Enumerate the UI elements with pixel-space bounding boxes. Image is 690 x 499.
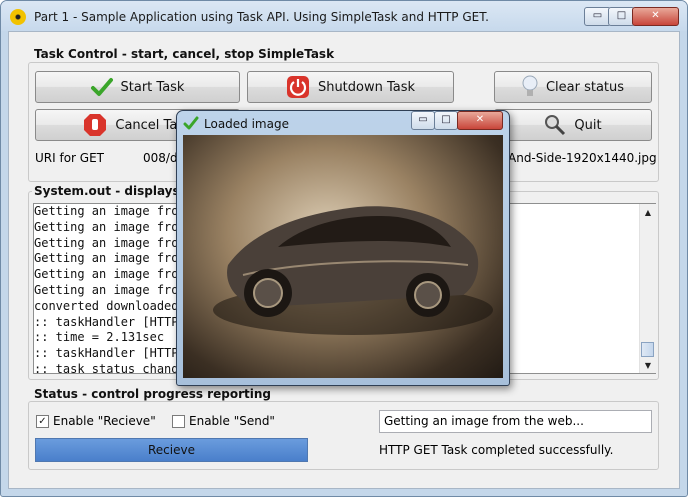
magnifier-icon: [545, 115, 566, 136]
stop-hand-icon: [84, 114, 107, 136]
start-task-label: Start Task: [120, 79, 185, 95]
popup-title: Loaded image: [204, 117, 289, 131]
progress-bar: Recieve: [35, 438, 308, 462]
quit-button[interactable]: Quit: [494, 109, 652, 141]
lightbulb-icon: [522, 75, 538, 96]
uri-value-end: And-Side-1920x1440.jpg: [508, 151, 657, 165]
enable-send-checkbox[interactable]: [172, 415, 185, 428]
uri-label: URI for GET: [35, 151, 104, 165]
checkmark-icon: [90, 78, 113, 96]
car-illustration: [213, 206, 493, 335]
enable-receive-checkbox[interactable]: ✓: [36, 415, 49, 428]
scroll-up-icon[interactable]: ▲: [640, 204, 656, 220]
checkmark-icon: [183, 116, 199, 130]
start-task-button[interactable]: Start Task: [35, 71, 240, 103]
minimize-button[interactable]: ▭: [584, 7, 611, 26]
enable-receive-label: Enable "Recieve": [53, 414, 156, 428]
maximize-button[interactable]: □: [608, 7, 635, 26]
progress-label: Recieve: [148, 443, 195, 457]
close-button[interactable]: ✕: [632, 7, 679, 26]
status-label: Status - control progress reporting: [32, 387, 273, 401]
popup-minimize-button[interactable]: ▭: [411, 111, 435, 130]
status-text-field[interactable]: Getting an image from the web...: [379, 410, 652, 433]
car-image: [183, 135, 503, 378]
popup-close-button[interactable]: ✕: [457, 111, 503, 130]
task-control-label: Task Control - start, cancel, stop Simpl…: [32, 47, 337, 61]
scroll-down-icon[interactable]: ▼: [640, 357, 656, 373]
clear-status-button[interactable]: Clear status: [494, 71, 652, 103]
radiation-icon: [10, 9, 26, 25]
console-scrollbar[interactable]: ▲ ▼: [639, 204, 656, 373]
shutdown-task-button[interactable]: Shutdown Task: [247, 71, 454, 103]
uri-value-start: 008/d: [143, 151, 178, 165]
status-message: HTTP GET Task completed successfully.: [379, 443, 614, 457]
enable-send-label: Enable "Send": [189, 414, 275, 428]
quit-label: Quit: [574, 117, 602, 133]
power-icon: [286, 76, 309, 98]
window-title: Part 1 - Sample Application using Task A…: [34, 10, 489, 24]
scroll-thumb[interactable]: [641, 342, 654, 357]
popup-maximize-button[interactable]: □: [434, 111, 458, 130]
clear-status-label: Clear status: [545, 79, 625, 95]
shutdown-task-label: Shutdown Task: [317, 79, 416, 95]
